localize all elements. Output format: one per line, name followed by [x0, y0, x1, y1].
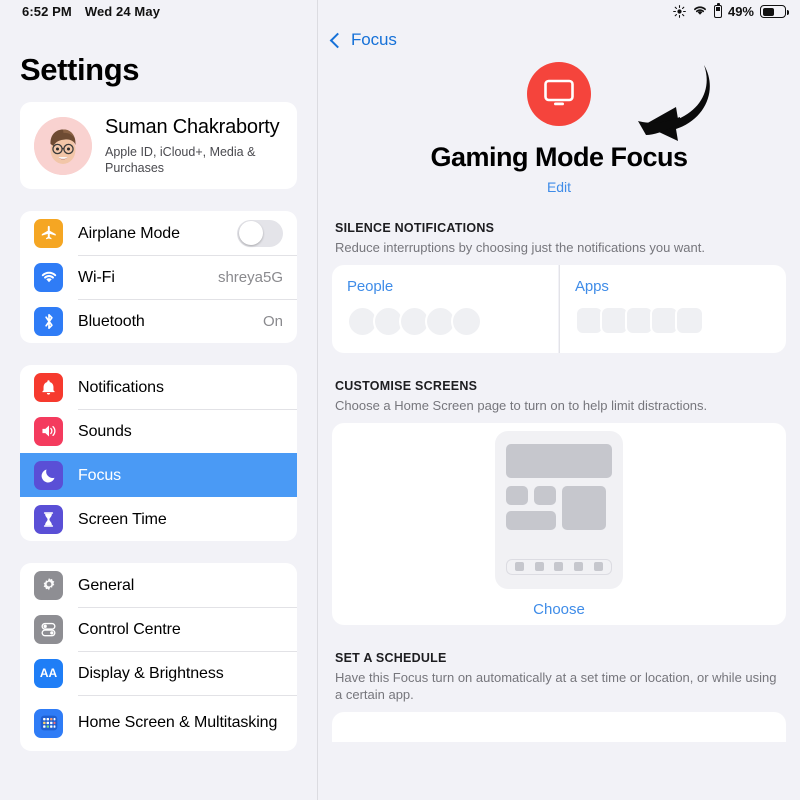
- customise-section-header: CUSTOMISE SCREENS: [335, 379, 478, 393]
- home-screen-dock: [506, 558, 612, 575]
- gear-icon: [34, 570, 63, 600]
- people-label: People: [347, 278, 394, 295]
- silence-section-description: Reduce interruptions by choosing just th…: [335, 240, 705, 255]
- settings-sidebar: Settings Suman Chakraborty Apple ID, iCl…: [0, 0, 318, 800]
- widget-small: [506, 485, 528, 505]
- customise-section-description: Choose a Home Screen page to turn on to …: [335, 398, 708, 413]
- dock-app: [554, 562, 564, 571]
- edit-link[interactable]: Edit: [318, 179, 800, 195]
- focus-detail-pane: Focus Gaming Mode Focus Edit SILENCE NOT…: [318, 0, 800, 800]
- focus-header: Gaming Mode Focus Edit: [318, 62, 800, 195]
- display-monitor-icon: [527, 62, 591, 126]
- dock-app: [593, 562, 603, 571]
- choose-button[interactable]: Choose: [533, 601, 585, 618]
- sidebar-group-alerts: Notifications Sounds Focus Screen Time: [20, 365, 297, 541]
- page-title: Settings: [20, 52, 140, 87]
- sidebar-item-wifi[interactable]: Wi-Fi shreya5G: [20, 255, 297, 299]
- home-screen-preview[interactable]: [495, 430, 623, 589]
- back-button[interactable]: Focus: [329, 30, 397, 50]
- silence-section-header: SILENCE NOTIFICATIONS: [335, 221, 495, 235]
- sidebar-item-general[interactable]: General: [20, 563, 297, 607]
- apps-label: Apps: [575, 278, 609, 295]
- avatar: [34, 116, 92, 175]
- sidebar-item-control-centre[interactable]: Control Centre: [20, 607, 297, 651]
- sidebar-item-label: Airplane Mode: [78, 224, 180, 242]
- sidebar-item-airplane-mode[interactable]: Airplane Mode: [20, 211, 297, 255]
- focus-name: Gaming Mode Focus: [430, 142, 688, 172]
- bell-icon: [34, 372, 63, 402]
- bluetooth-state: On: [262, 312, 283, 330]
- customise-screens-card: Choose: [332, 423, 786, 625]
- schedule-card[interactable]: [332, 712, 786, 742]
- app-placeholder: [675, 306, 704, 335]
- sidebar-item-label: Sounds: [78, 422, 132, 440]
- back-button-label: Focus: [351, 30, 397, 49]
- sidebar-item-label: Notifications: [78, 378, 164, 396]
- sidebar-item-screen-time[interactable]: Screen Time: [20, 497, 297, 541]
- app-grid-icon: [34, 708, 63, 738]
- speaker-icon: [34, 416, 63, 446]
- sidebar-item-sounds[interactable]: Sounds: [20, 409, 297, 453]
- sidebar-item-home-screen-multitasking[interactable]: Home Screen & Multitasking: [20, 695, 297, 751]
- people-placeholders: [347, 306, 543, 337]
- dock-app: [515, 562, 525, 571]
- wifi-network-name: shreya5G: [217, 268, 283, 286]
- sidebar-item-label: Home Screen & Multitasking: [78, 714, 278, 731]
- airplane-mode-toggle[interactable]: [237, 219, 283, 247]
- chevron-left-icon: [329, 32, 346, 49]
- aa-icon: AA: [34, 658, 63, 688]
- person-placeholder: [451, 306, 482, 337]
- moon-icon: [34, 460, 63, 490]
- wifi-icon: [34, 262, 63, 292]
- profile-row[interactable]: Suman Chakraborty Apple ID, iCloud+, Med…: [20, 102, 297, 189]
- profile-card[interactable]: Suman Chakraborty Apple ID, iCloud+, Med…: [20, 102, 297, 189]
- apps-card[interactable]: Apps: [560, 265, 786, 353]
- sidebar-item-bluetooth[interactable]: Bluetooth On: [20, 299, 297, 343]
- profile-subtitle: Apple ID, iCloud+, Media & Purchases: [105, 145, 256, 175]
- sidebar-group-system: General Control Centre AA Display & Brig…: [20, 563, 297, 751]
- dock-app: [534, 562, 544, 571]
- widget-wide: [506, 510, 556, 530]
- apps-placeholders: [575, 306, 771, 335]
- people-card[interactable]: People: [332, 265, 560, 353]
- sidebar-item-label: Display & Brightness: [78, 664, 224, 682]
- sidebar-item-label: Focus: [78, 466, 122, 484]
- profile-text: Suman Chakraborty Apple ID, iCloud+, Med…: [105, 115, 283, 176]
- toggle-knob: [238, 221, 263, 245]
- sidebar-group-connectivity: Airplane Mode Wi-Fi shreya5G Bluetooth O…: [20, 211, 297, 343]
- sidebar-item-label: General: [78, 576, 135, 594]
- sidebar-item-notifications[interactable]: Notifications: [20, 365, 297, 409]
- silence-cards: People Apps: [332, 265, 786, 353]
- widget-medium: [562, 485, 606, 530]
- airplane-icon: [34, 218, 63, 248]
- sidebar-item-display-brightness[interactable]: AA Display & Brightness: [20, 651, 297, 695]
- sidebar-item-label: Control Centre: [78, 620, 181, 638]
- sidebar-item-label: Screen Time: [78, 510, 167, 528]
- schedule-section-header: SET A SCHEDULE: [335, 651, 447, 665]
- sidebar-item-label: Wi-Fi: [78, 268, 115, 286]
- widget-large: [506, 443, 612, 478]
- widget-small: [534, 485, 556, 505]
- sidebar-item-label: Bluetooth: [78, 312, 145, 330]
- profile-name: Suman Chakraborty: [105, 116, 280, 138]
- dock-app: [574, 562, 584, 571]
- switches-icon: [34, 614, 63, 644]
- ipad-settings-screen: 6:52 PM Wed 24 May 49% Settings Suman Ch…: [0, 0, 800, 800]
- sidebar-item-focus[interactable]: Focus: [20, 453, 297, 497]
- schedule-section-description: Have this Focus turn on automatically at…: [335, 670, 777, 702]
- hourglass-icon: [34, 504, 63, 534]
- bluetooth-icon: [34, 306, 63, 336]
